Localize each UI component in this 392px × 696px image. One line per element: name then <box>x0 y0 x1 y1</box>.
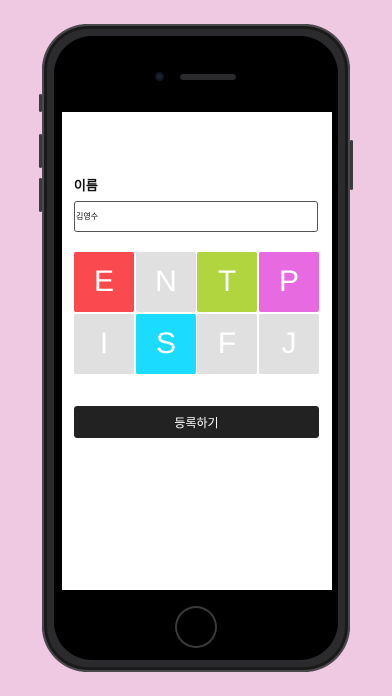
mbti-tile-p[interactable]: P <box>259 252 319 312</box>
register-button[interactable]: 등록하기 <box>74 406 319 438</box>
home-button[interactable] <box>175 606 217 648</box>
volume-up-button <box>39 134 42 168</box>
app-screen: 이름 E N T P I S F J 등록하기 <box>62 112 332 590</box>
mbti-tile-f[interactable]: F <box>197 314 257 374</box>
name-input[interactable] <box>74 201 318 232</box>
mbti-tile-e[interactable]: E <box>74 252 134 312</box>
mbti-grid: E N T P I S F J <box>74 252 319 374</box>
camera-icon <box>155 72 164 81</box>
mbti-tile-s[interactable]: S <box>136 314 196 374</box>
speaker-grille <box>180 74 236 80</box>
mbti-tile-n[interactable]: N <box>136 252 196 312</box>
name-label: 이름 <box>74 179 98 194</box>
volume-down-button <box>39 178 42 212</box>
mbti-tile-t[interactable]: T <box>197 252 257 312</box>
power-button <box>350 140 353 190</box>
mute-switch <box>39 94 42 112</box>
mbti-tile-i[interactable]: I <box>74 314 134 374</box>
mbti-tile-j[interactable]: J <box>259 314 319 374</box>
